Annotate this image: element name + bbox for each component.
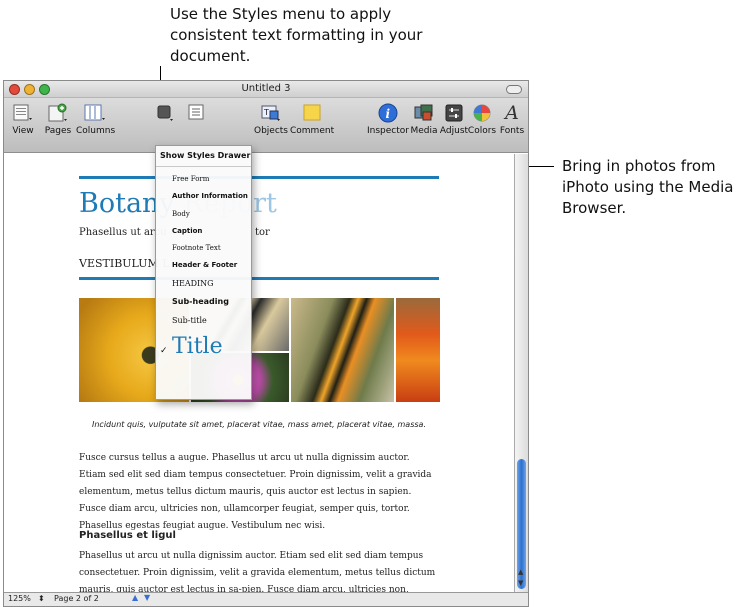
page-nav-down-icon[interactable]: ▼ <box>144 593 150 602</box>
page-nav-up-icon[interactable]: ▲ <box>132 593 138 602</box>
style-author-information[interactable]: Author Information <box>156 192 251 200</box>
list-icon <box>185 102 209 124</box>
toolbar-toggle-button[interactable] <box>506 85 522 94</box>
style-footnote-text[interactable]: Footnote Text <box>156 244 251 252</box>
objects-label: Objects <box>254 126 289 136</box>
adjust-button[interactable]: Adjust <box>439 102 469 136</box>
styles-callout: Use the Styles menu to apply consistent … <box>170 5 423 65</box>
fonts-label: Fonts <box>499 126 525 136</box>
styles-icon <box>153 102 177 124</box>
vertical-scrollbar[interactable]: ▲ ▼ <box>514 154 528 594</box>
photo-caterpillar[interactable] <box>291 298 394 402</box>
fonts-button[interactable]: A Fonts <box>498 102 526 136</box>
columns-icon <box>83 102 107 124</box>
colors-button[interactable]: Colors <box>467 102 497 136</box>
scroll-up-arrow[interactable]: ▲ <box>518 568 523 576</box>
window-title: Untitled 3 <box>241 83 291 94</box>
columns-button[interactable]: Columns <box>76 102 116 136</box>
subtitle-text: Phasellus ut arcu <box>79 227 167 238</box>
media-button[interactable]: Media <box>409 102 439 136</box>
show-styles-drawer-item[interactable]: Show Styles Drawer <box>156 151 251 160</box>
subheading[interactable]: Phasellus et ligul <box>79 530 176 541</box>
view-icon <box>11 102 35 124</box>
style-caption[interactable]: Caption <box>156 227 251 235</box>
style-heading[interactable]: HEADING <box>156 279 251 288</box>
style-header-footer[interactable]: Header & Footer <box>156 261 251 269</box>
colors-label: Colors <box>467 126 497 136</box>
page-indicator: Page 2 of 2 <box>54 594 99 603</box>
zoom-stepper-icon[interactable]: ⬍ <box>38 594 45 603</box>
media-label: Media <box>410 126 438 136</box>
pages-window: Untitled 3 View Pages Columns T Objects … <box>3 80 529 607</box>
style-free-form[interactable]: Free Form <box>156 175 251 183</box>
view-label: View <box>12 126 34 136</box>
comment-label: Comment <box>290 126 335 136</box>
document-canvas[interactable]: Botany Report Phasellus ut arcu tor VEST… <box>4 154 515 594</box>
style-sub-heading[interactable]: Sub-heading <box>156 297 251 306</box>
toolbar: View Pages Columns T Objects Comment i I… <box>4 98 528 153</box>
photo-orange-flowers[interactable] <box>396 298 440 402</box>
info-icon: i <box>376 102 400 124</box>
media-icon <box>412 102 436 124</box>
adjust-label: Adjust <box>439 126 469 136</box>
photo-caption[interactable]: Incidunt quis, vulputate sit amet, place… <box>79 420 439 429</box>
adjust-icon <box>442 102 466 124</box>
color-wheel-icon <box>470 102 494 124</box>
body-paragraph-1[interactable]: Fusce cursus tellus a augue. Phasellus u… <box>79 450 439 535</box>
style-title[interactable]: Title <box>156 334 251 359</box>
inspector-button[interactable]: i Inspector <box>366 102 410 136</box>
style-body[interactable]: Body <box>156 210 251 218</box>
view-button[interactable]: View <box>8 102 38 136</box>
pages-button[interactable]: Pages <box>42 102 74 136</box>
pages-icon <box>46 102 70 124</box>
top-rule <box>79 176 439 179</box>
fonts-icon: A <box>505 102 519 124</box>
media-callout: Bring in photos from iPhoto using the Me… <box>562 157 734 217</box>
heading-rule <box>79 277 439 280</box>
title-bar: Untitled 3 <box>4 81 528 98</box>
objects-button[interactable]: T Objects <box>254 102 288 136</box>
comment-icon <box>300 102 324 124</box>
menu-separator <box>156 166 251 167</box>
zoom-value[interactable]: 125% <box>8 594 31 603</box>
objects-icon: T <box>259 102 283 124</box>
comment-button[interactable]: Comment <box>290 102 334 136</box>
inspector-label: Inspector <box>367 126 409 136</box>
subtitle-tail: tor <box>255 227 270 238</box>
body-paragraph-2[interactable]: Phasellus ut arcu ut nulla dignissim auc… <box>79 548 439 594</box>
status-bar: 125% ⬍ Page 2 of 2 ▲ ▼ <box>4 592 528 606</box>
svg-text:i: i <box>386 107 391 121</box>
lists-button[interactable] <box>184 102 210 126</box>
columns-label: Columns <box>76 126 116 136</box>
svg-text:T: T <box>263 108 269 117</box>
style-sub-title[interactable]: Sub-title <box>156 316 251 325</box>
scroll-down-arrow[interactable]: ▼ <box>518 579 523 587</box>
pages-label: Pages <box>44 126 72 136</box>
styles-button[interactable] <box>152 102 178 126</box>
styles-menu: Show Styles Drawer Free Form Author Info… <box>155 145 252 400</box>
